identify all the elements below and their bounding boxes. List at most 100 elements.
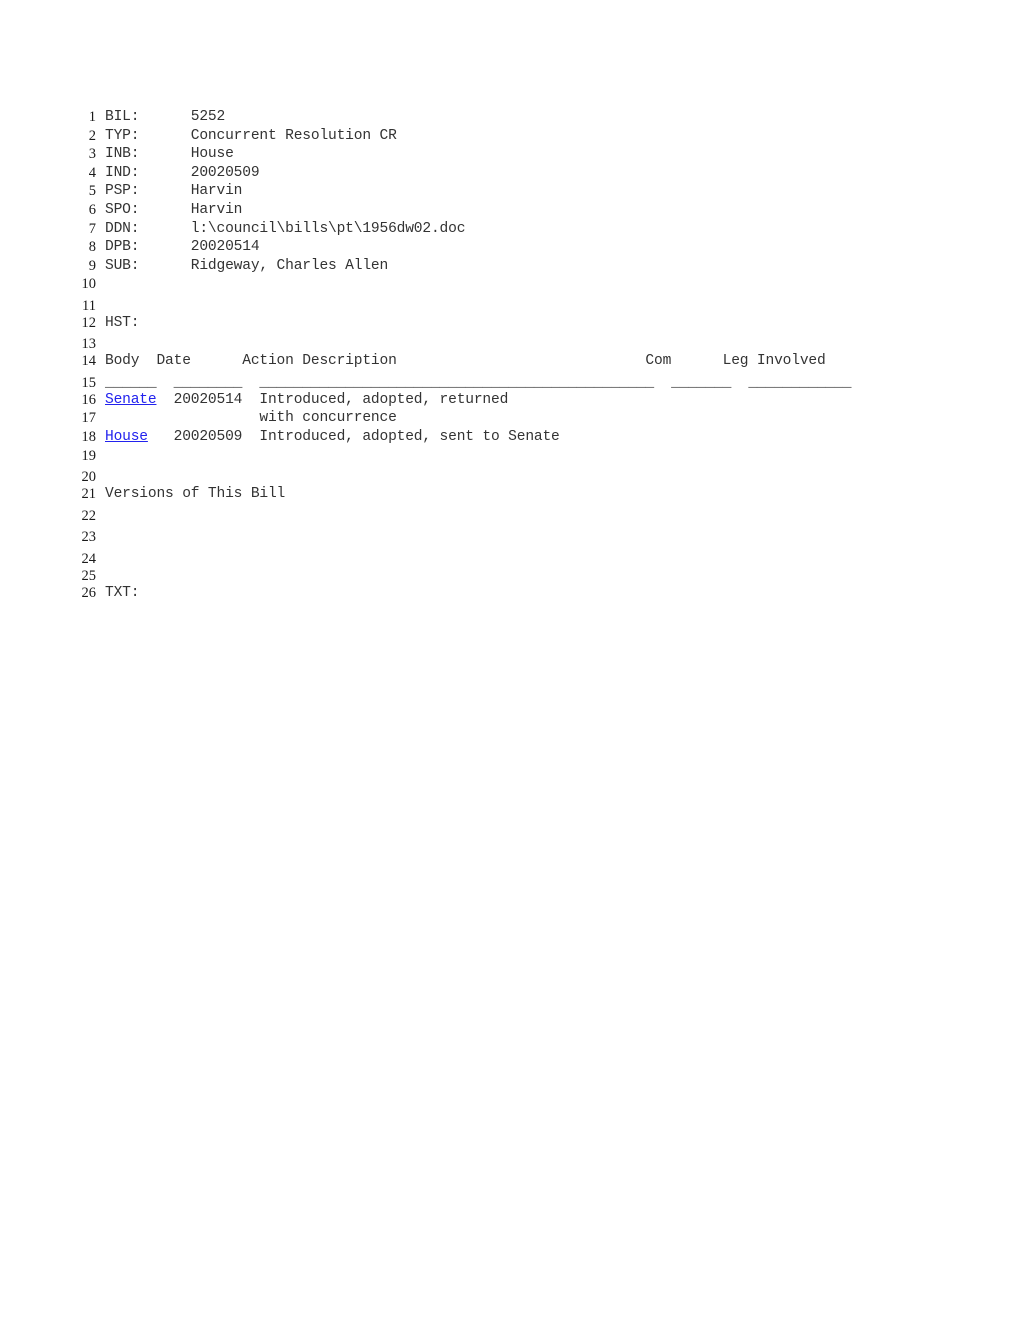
line-number: 8 <box>88 239 96 256</box>
line-number: 16 <box>81 391 97 408</box>
text-line: 13 <box>0 335 1020 352</box>
text-line: 10 <box>0 275 1020 297</box>
field-key: SUB: <box>105 257 140 274</box>
cell-gap <box>242 429 259 445</box>
line-number: 2 <box>88 127 96 144</box>
header-gap <box>397 353 646 369</box>
text-line: 19 <box>0 447 1020 469</box>
field-key: SPO: <box>105 201 140 218</box>
field-key: IND: <box>105 164 140 181</box>
field-value: 5252 <box>190 109 226 125</box>
line-number: 11 <box>82 297 96 314</box>
rule-date: ________ <box>173 374 243 391</box>
field-gap <box>139 258 190 274</box>
field-value: Ridgeway, Charles Allen <box>190 257 389 274</box>
field-gap <box>139 239 190 255</box>
field-sub: SUB: Ridgeway, Charles Allen <box>105 257 388 276</box>
field-value: l:\council\bills\pt\1956dw02.doc <box>190 220 466 237</box>
line-number: 15 <box>81 374 97 391</box>
header-gap <box>139 353 156 369</box>
line-number: 22 <box>81 507 97 524</box>
line-number: 7 <box>88 220 96 237</box>
cell-action: Introduced, adopted, sent to Senate <box>259 429 560 446</box>
column-header-action: Action Description <box>242 353 397 370</box>
rule-gap <box>654 375 671 391</box>
table-row: 18 House 20020509 Introduced, adopted, s… <box>0 428 1020 447</box>
text-line: 6 SPO: Harvin <box>0 201 1020 220</box>
line-number: 13 <box>81 336 97 353</box>
text-line: 24 <box>0 550 1020 567</box>
text-line: 5 PSP: Harvin <box>0 182 1020 201</box>
line-number: 3 <box>88 146 96 163</box>
line-number: 21 <box>81 486 97 503</box>
text-line: 9 SUB: Ridgeway, Charles Allen <box>0 257 1020 276</box>
field-gap <box>139 109 190 125</box>
line-number: 14 <box>81 353 97 370</box>
field-key: INB: <box>105 146 140 163</box>
line-number: 26 <box>81 584 97 601</box>
text-line: 7 DDN: l:\council\bills\pt\1956dw02.doc <box>0 220 1020 239</box>
rule-gap <box>156 375 173 391</box>
field-inb: INB: House <box>105 145 234 164</box>
history-table-rules: ______ ________ ________________________… <box>105 374 851 393</box>
rule-gap <box>731 375 748 391</box>
field-key: BIL: <box>105 109 140 125</box>
history-table-headers: Body Date Action Description Com Leg Inv… <box>105 352 826 371</box>
field-key: DPB: <box>105 239 140 256</box>
rule-action: ________________________________________… <box>259 374 654 391</box>
text-line: 22 <box>0 507 1020 529</box>
history-label: HST: <box>105 314 140 331</box>
text-line: 11 <box>0 297 1020 314</box>
line-number: 17 <box>81 410 97 427</box>
line-number: 18 <box>81 429 97 446</box>
field-spo: SPO: Harvin <box>105 201 242 220</box>
cell-date: 20020514 <box>173 391 243 408</box>
field-value: 20020514 <box>190 239 260 256</box>
text-line: 3 INB: House <box>0 145 1020 164</box>
line-number: 23 <box>81 529 97 546</box>
field-gap <box>139 183 190 199</box>
field-value: 20020509 <box>190 164 260 181</box>
field-value: Harvin <box>190 183 243 200</box>
txt-label: TXT: <box>105 584 140 601</box>
rule-leg: ____________ <box>748 374 852 391</box>
field-gap <box>139 221 190 237</box>
text-line: 26 TXT: <box>0 584 1020 603</box>
bill-record-listing: 1 BIL: 5252 2 TYP: Concurrent Resolution… <box>0 108 1020 602</box>
continuation-indent <box>105 410 259 426</box>
text-line: 2 TYP: Concurrent Resolution CR <box>0 127 1020 146</box>
body-link-senate[interactable]: Senate <box>105 392 157 408</box>
line-number: 19 <box>81 447 97 464</box>
header-gap <box>671 353 722 369</box>
history-row-house: House 20020509 Introduced, adopted, sent… <box>105 428 560 447</box>
field-gap <box>139 128 190 144</box>
line-number: 5 <box>88 183 96 200</box>
field-gap <box>139 165 190 181</box>
field-value: House <box>190 146 234 163</box>
text-line: 25 <box>0 567 1020 584</box>
field-value: Harvin <box>190 201 243 218</box>
body-link-house[interactable]: House <box>105 429 148 445</box>
column-header-com: Com <box>645 353 672 370</box>
table-rule-row: 15 ______ ________ _____________________… <box>0 374 1020 391</box>
field-value: Concurrent Resolution CR <box>190 127 397 144</box>
field-key: PSP: <box>105 183 140 200</box>
line-number: 20 <box>81 469 97 486</box>
column-header-leg: Leg Involved <box>722 353 826 370</box>
text-line: 4 IND: 20020509 <box>0 164 1020 183</box>
text-line: 1 BIL: 5252 <box>0 108 1020 127</box>
line-number: 1 <box>88 109 96 125</box>
text-line: 20 <box>0 468 1020 485</box>
field-ind: IND: 20020509 <box>105 164 260 183</box>
field-psp: PSP: Harvin <box>105 182 242 201</box>
table-header-row: 14 Body Date Action Description Com Leg … <box>0 352 1020 374</box>
line-number: 4 <box>88 164 96 181</box>
rule-gap <box>242 375 259 391</box>
line-number: 25 <box>81 567 97 584</box>
rule-com: _______ <box>671 374 732 391</box>
field-key: DDN: <box>105 220 140 237</box>
line-number: 12 <box>81 314 97 331</box>
line-number: 24 <box>81 550 97 567</box>
cell-action-continued: with concurrence <box>259 410 397 427</box>
text-line: 12 HST: <box>0 314 1020 336</box>
